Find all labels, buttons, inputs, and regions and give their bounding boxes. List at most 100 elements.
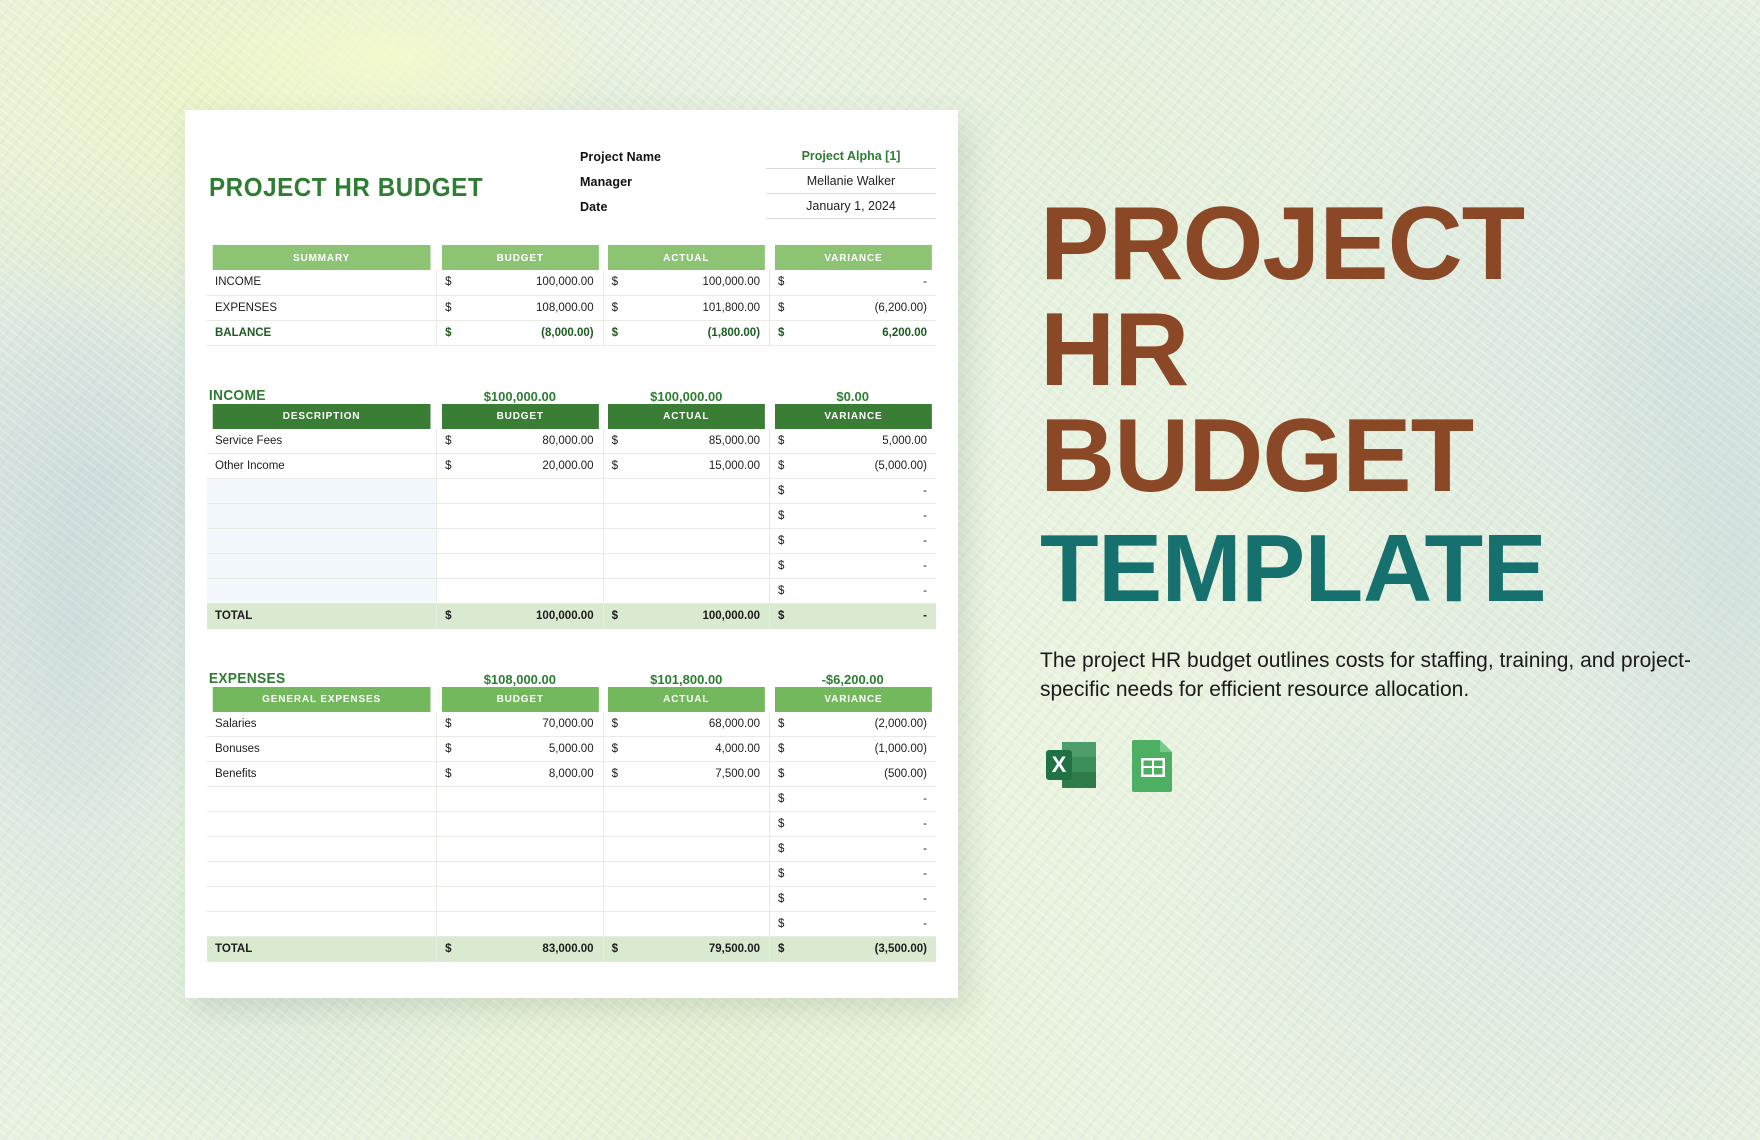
row-variance: $ - [769, 911, 936, 937]
google-sheets-icon[interactable] [1122, 734, 1184, 796]
value-text: 7,500.00 [715, 768, 761, 780]
project-name-ref: [1] [885, 149, 901, 163]
expenses-section-variance: -$6,200.00 [821, 671, 884, 687]
currency-symbol: $ [611, 460, 618, 472]
row-budget [436, 886, 604, 912]
value-text: - [923, 893, 927, 905]
row-description[interactable] [207, 836, 437, 862]
income-section: INCOME $100,000.00 $100,000.00 $0.00 DES… [207, 376, 936, 629]
currency-symbol: $ [778, 893, 785, 905]
currency-symbol: $ [778, 535, 785, 547]
row-description[interactable]: Benefits [207, 761, 437, 787]
expenses-section-budget: $108,000.00 [483, 671, 556, 687]
currency-symbol: $ [778, 460, 785, 472]
value-text: - [923, 843, 927, 855]
value-text: - [923, 485, 927, 497]
meta-label-manager: Manager [580, 174, 633, 189]
currency-symbol: $ [611, 717, 618, 730]
row-variance: $ (2,000.00) [769, 711, 936, 737]
currency-symbol: $ [611, 610, 618, 622]
row-budget [436, 836, 604, 862]
value-text: (6,200.00) [874, 301, 927, 314]
row-description[interactable] [207, 503, 437, 529]
row-description[interactable] [207, 478, 437, 504]
summary-row-variance: $6,200.00 [769, 320, 936, 346]
row-variance: $ - [769, 861, 936, 887]
currency-symbol: $ [611, 943, 618, 955]
svg-text:X: X [1052, 752, 1067, 777]
summary-row-budget: $ (8,000.00) [436, 320, 604, 346]
currency-symbol: $ [778, 585, 785, 597]
summary-row-budget: $100,000.00 [436, 270, 604, 296]
table-row-empty: $ - [207, 528, 936, 554]
row-variance: $ - [769, 478, 936, 504]
row-budget [436, 528, 604, 554]
row-description[interactable]: Salaries [207, 711, 437, 737]
row-actual [602, 786, 770, 812]
income-col-budget: BUDGET [440, 403, 599, 429]
value-text: 6,200.00 [882, 326, 927, 339]
row-variance: $5,000.00 [769, 428, 936, 454]
value-text: 100,000.00 [702, 276, 761, 289]
row-description[interactable] [207, 528, 437, 554]
value-text: 100,000.00 [536, 610, 594, 623]
row-description[interactable] [207, 886, 437, 912]
excel-icon[interactable]: X [1040, 734, 1102, 796]
summary-row-budget: $108,000.00 [436, 295, 604, 321]
currency-symbol: $ [778, 868, 785, 880]
row-actual [602, 861, 770, 887]
value-text: (1,800.00) [707, 326, 761, 339]
table-row: Benefits $8,000.00 $7,500.00 $ (500.00) [207, 761, 936, 787]
row-description[interactable] [207, 911, 437, 937]
row-description[interactable] [207, 578, 437, 604]
total-budget: $100,000.00 [436, 603, 604, 629]
row-variance: $ (500.00) [769, 761, 936, 787]
value-text: - [923, 560, 927, 572]
expenses-col-actual: ACTUAL [606, 686, 766, 712]
row-variance: $ - [769, 553, 936, 579]
table-row: Bonuses $5,000.00 $4,000.00 $ (1,000.00) [207, 736, 936, 762]
row-description[interactable] [207, 861, 437, 887]
value-text: 108,000.00 [536, 301, 594, 314]
income-section-budget: $100,000.00 [483, 388, 556, 404]
meta-value-manager[interactable]: Mellanie Walker [766, 169, 936, 194]
currency-symbol: $ [445, 717, 452, 730]
total-budget: $83,000.00 [436, 936, 604, 962]
meta-value-project-name[interactable]: Project Alpha [1] [766, 144, 936, 169]
value-text: - [923, 510, 927, 522]
meta-value-date[interactable]: January 1, 2024 [766, 194, 936, 219]
currency-symbol: $ [445, 276, 452, 288]
table-row: INCOME $100,000.00 $100,000.00 $ - [207, 270, 936, 296]
income-section-title: INCOME [208, 386, 266, 404]
row-description[interactable]: Service Fees [207, 428, 437, 454]
row-description[interactable] [207, 811, 437, 837]
value-text: - [923, 610, 927, 623]
promo-line-1: PROJECT [1040, 186, 1525, 302]
currency-symbol: $ [445, 326, 452, 339]
summary-row-variance: $ (6,200.00) [769, 295, 936, 321]
table-row: Salaries $70,000.00 $68,000.00 $ (2,000.00) [207, 711, 936, 737]
expenses-table: GENERAL EXPENSES BUDGET ACTUAL VARIANCE … [207, 686, 936, 962]
meta-label-date: Date [580, 199, 608, 214]
value-text: 20,000.00 [542, 460, 594, 472]
table-row-empty: $ - [207, 911, 936, 937]
promo-line-3: BUDGET [1040, 397, 1474, 514]
currency-symbol: $ [445, 943, 452, 955]
summary-col-variance: VARIANCE [773, 245, 932, 270]
table-row: Service Fees $80,000.00 $85,000.00 $5,000.0… [207, 428, 936, 454]
table-row-empty: $ - [207, 811, 936, 837]
value-text: (3,500.00) [874, 943, 927, 956]
currency-symbol: $ [611, 768, 618, 780]
currency-symbol: $ [778, 610, 785, 622]
row-description[interactable]: Other Income [207, 453, 437, 479]
total-actual: $79,500.00 [602, 936, 770, 962]
row-description[interactable] [207, 553, 437, 579]
row-description[interactable] [207, 786, 437, 812]
row-budget [436, 578, 604, 604]
expenses-col-budget: BUDGET [440, 686, 599, 712]
value-text: 5,000.00 [882, 434, 927, 447]
row-description[interactable]: Bonuses [207, 736, 437, 762]
summary-row-label: BALANCE [207, 320, 437, 346]
currency-symbol: $ [778, 717, 785, 730]
currency-symbol: $ [778, 301, 785, 314]
